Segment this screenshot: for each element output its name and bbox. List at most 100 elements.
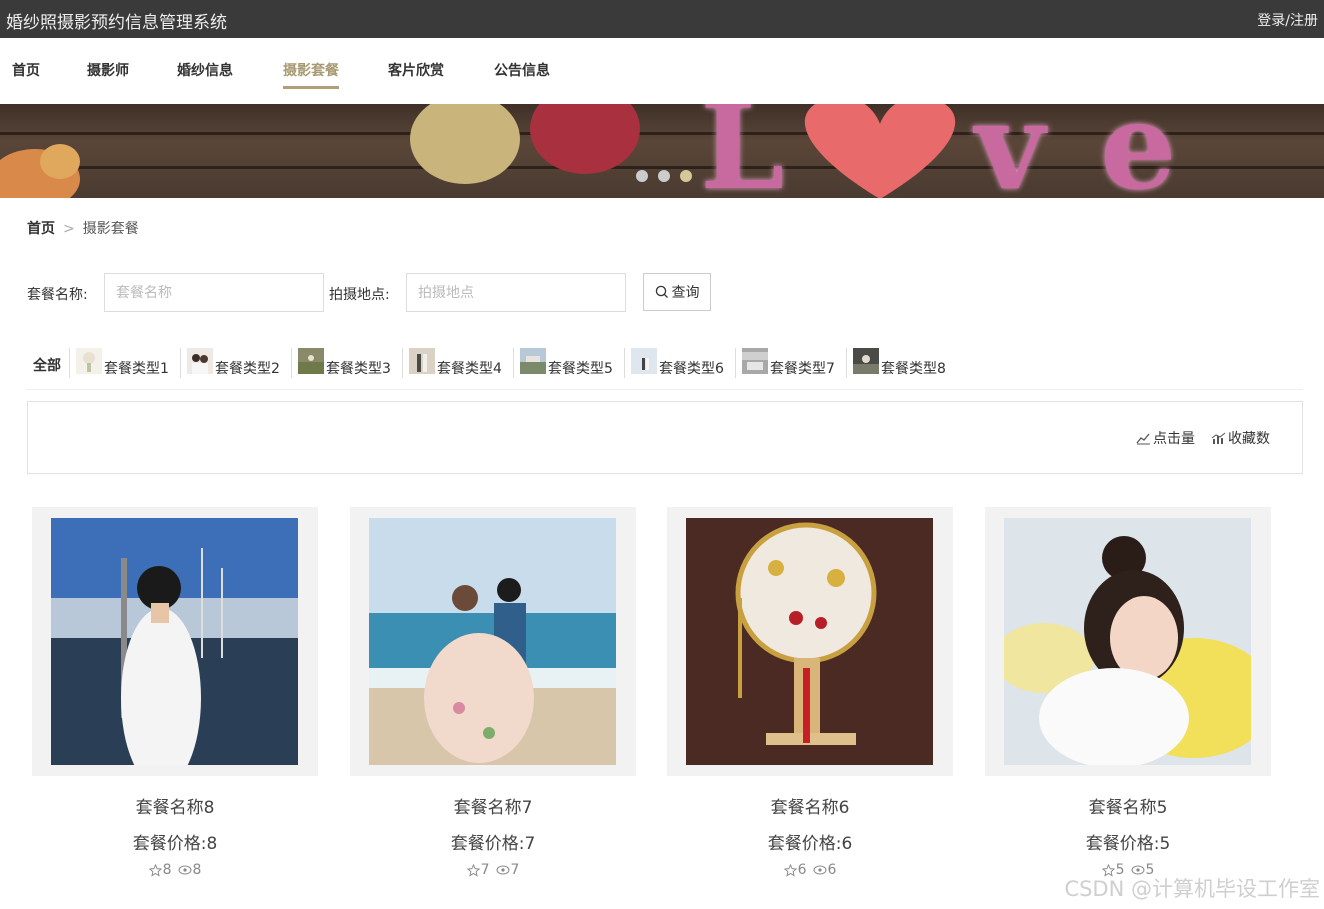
category-item-8[interactable]: 套餐类型8 — [846, 348, 946, 378]
views-stat: 7 — [496, 862, 520, 878]
package-image-frame[interactable] — [985, 507, 1271, 776]
package-name[interactable]: 套餐名称7 — [350, 793, 636, 818]
banner-letter-e: e — [1100, 104, 1177, 198]
breadcrumb-separator: > — [63, 221, 75, 237]
location-input[interactable] — [406, 273, 626, 312]
banner-letter-l: L — [700, 104, 785, 198]
category-thumbnail — [853, 348, 879, 374]
sort-by-favorites[interactable]: 收藏数 — [1211, 428, 1270, 448]
star-icon — [148, 863, 162, 877]
views-stat: 6 — [813, 862, 837, 878]
category-filter: 全部 套餐类型1 套餐类型2 套餐类型3 套餐类型4 套餐类型5 套餐类型6 套… — [27, 345, 1303, 390]
category-thumbnail — [409, 348, 435, 374]
location-label: 拍摄地点: — [329, 287, 390, 303]
category-thumbnail — [76, 348, 102, 374]
package-photo[interactable] — [686, 518, 933, 765]
package-stats: 6 6 — [667, 862, 953, 878]
category-thumbnail — [187, 348, 213, 374]
carousel-dot[interactable] — [658, 170, 670, 182]
package-photo[interactable] — [51, 518, 298, 765]
breadcrumb-current: 摄影套餐 — [82, 221, 139, 237]
carousel-dot-active[interactable] — [680, 170, 692, 182]
category-thumbnail — [298, 348, 324, 374]
category-thumbnail — [520, 348, 546, 374]
login-register-link[interactable]: 登录/注册 — [1257, 10, 1318, 30]
csdn-watermark: CSDN @计算机毕设工作室 — [1064, 877, 1320, 901]
package-image-frame[interactable] — [350, 507, 636, 776]
category-label: 套餐类型5 — [548, 361, 613, 377]
bar-chart-icon — [1211, 432, 1226, 444]
category-item-7[interactable]: 套餐类型7 — [735, 348, 835, 378]
search-icon — [655, 285, 668, 298]
star-icon — [466, 863, 480, 877]
package-name-input[interactable] — [104, 273, 324, 312]
eye-icon — [496, 865, 509, 875]
carousel-dots — [636, 170, 692, 182]
banner-letter-v: v — [975, 104, 1045, 198]
search-form: 套餐名称: 拍摄地点: 查询 — [27, 273, 727, 313]
trend-icon — [1136, 433, 1150, 444]
category-item-2[interactable]: 套餐类型2 — [180, 348, 280, 378]
eye-icon — [813, 865, 826, 875]
package-price: 套餐价格:7 — [450, 834, 536, 854]
package-card[interactable]: 套餐名称6 套餐价格:6 6 6 — [667, 507, 953, 878]
breadcrumb: 首页 > 摄影套餐 — [27, 218, 139, 238]
favorites-count: 6 — [797, 862, 807, 878]
package-price: 套餐价格:8 — [132, 834, 218, 854]
favorites-stat: 7 — [466, 862, 490, 878]
sort-by-clicks[interactable]: 点击量 — [1136, 428, 1195, 448]
nav-item-wedding-dress[interactable]: 婚纱信息 — [177, 60, 233, 86]
nav-item-packages[interactable]: 摄影套餐 — [283, 60, 339, 89]
nav-item-client-gallery[interactable]: 客片欣赏 — [388, 60, 444, 86]
carousel-dot[interactable] — [636, 170, 648, 182]
package-price: 套餐价格:6 — [767, 834, 853, 854]
package-name[interactable]: 套餐名称6 — [667, 793, 953, 818]
category-label: 套餐类型1 — [104, 361, 169, 377]
views-stat: 8 — [178, 862, 202, 878]
nav-item-photographer[interactable]: 摄影师 — [87, 60, 129, 86]
package-name[interactable]: 套餐名称8 — [32, 793, 318, 818]
category-item-4[interactable]: 套餐类型4 — [402, 348, 502, 378]
package-stats: 8 8 — [32, 862, 318, 878]
package-name-label: 套餐名称: — [27, 287, 88, 303]
category-item-3[interactable]: 套餐类型3 — [291, 348, 391, 378]
package-card[interactable]: 套餐名称7 套餐价格:7 7 7 — [350, 507, 636, 878]
package-name[interactable]: 套餐名称5 — [985, 793, 1271, 818]
category-item-6[interactable]: 套餐类型6 — [624, 348, 724, 378]
nav-item-announcements[interactable]: 公告信息 — [494, 60, 550, 86]
package-image-frame[interactable] — [32, 507, 318, 776]
views-count: 7 — [510, 862, 520, 878]
favorites-stat: 8 — [148, 862, 172, 878]
package-photo[interactable] — [1004, 518, 1251, 765]
sort-bar: 点击量 收藏数 — [27, 401, 1303, 474]
favorites-count: 7 — [480, 862, 490, 878]
banner-flower — [530, 104, 640, 174]
top-bar: 婚纱照摄影预约信息管理系统 登录/注册 — [0, 0, 1324, 38]
category-label: 套餐类型3 — [326, 361, 391, 377]
package-card[interactable]: 套餐名称8 套餐价格:8 8 8 — [32, 507, 318, 878]
category-item-5[interactable]: 套餐类型5 — [513, 348, 613, 378]
package-card[interactable]: 套餐名称5 套餐价格:5 5 5 — [985, 507, 1271, 878]
favorites-count: 8 — [162, 862, 172, 878]
breadcrumb-home[interactable]: 首页 — [27, 221, 55, 237]
sort-clicks-label: 点击量 — [1153, 431, 1195, 447]
category-label: 套餐类型7 — [770, 361, 835, 377]
banner-carousel[interactable]: L v e — [0, 104, 1324, 198]
banner-heart — [804, 104, 956, 198]
category-all[interactable]: 全部 — [33, 355, 61, 375]
views-count: 6 — [827, 862, 837, 878]
package-photo[interactable] — [369, 518, 616, 765]
package-image-frame[interactable] — [667, 507, 953, 776]
category-label: 套餐类型6 — [659, 361, 724, 377]
category-item-1[interactable]: 套餐类型1 — [69, 348, 169, 378]
main-nav: 首页 摄影师 婚纱信息 摄影套餐 客片欣赏 公告信息 — [0, 38, 1324, 104]
nav-item-home[interactable]: 首页 — [12, 60, 40, 86]
eye-icon — [178, 865, 191, 875]
category-label: 套餐类型8 — [881, 361, 946, 377]
views-count: 8 — [192, 862, 202, 878]
category-label: 套餐类型4 — [437, 361, 502, 377]
query-button-label: 查询 — [671, 285, 700, 301]
category-label: 套餐类型2 — [215, 361, 280, 377]
category-thumbnail — [742, 348, 768, 374]
query-button[interactable]: 查询 — [643, 273, 711, 311]
